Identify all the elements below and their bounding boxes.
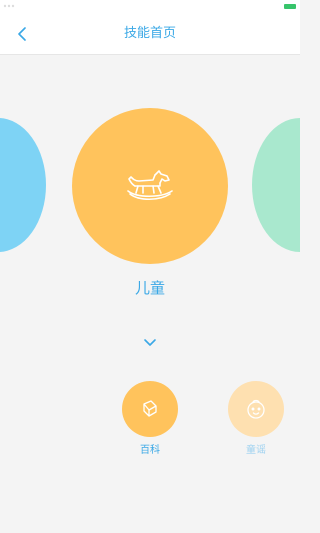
- sub-item-label: 百科: [140, 445, 160, 456]
- carousel-current-item[interactable]: [72, 108, 228, 264]
- carousel-prev-item[interactable]: [0, 118, 46, 252]
- nav-bar: 技能首页: [0, 14, 300, 55]
- rocking-horse-icon: [127, 170, 173, 201]
- sub-item-circle: [228, 381, 284, 437]
- battery-icon: [284, 4, 296, 9]
- signal-icon: [3, 4, 15, 8]
- status-bar: [0, 0, 300, 14]
- sub-item-circle: [122, 381, 178, 437]
- sub-item-tongyao[interactable]: 童谣: [226, 381, 286, 456]
- sub-item-label: 童谣: [246, 445, 266, 456]
- chevron-down-icon[interactable]: [142, 337, 158, 349]
- baby-face-icon: [247, 399, 265, 419]
- carousel-next-item[interactable]: [252, 118, 300, 252]
- sub-item-baike[interactable]: 百科: [120, 381, 180, 456]
- page-title: 技能首页: [123, 26, 176, 41]
- skill-home-screen: 技能首页 儿童 百科 童谣: [0, 0, 300, 533]
- book-icon: [143, 400, 157, 417]
- current-skill-label: 儿童: [134, 279, 165, 297]
